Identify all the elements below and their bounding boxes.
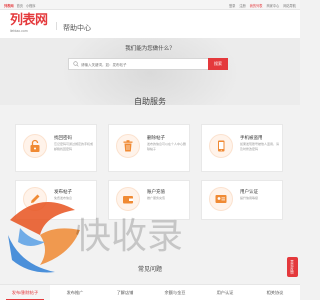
card-desc: 如果发现账号被他人盗用，请及时修改密码 xyxy=(240,142,280,151)
search-input[interactable] xyxy=(81,60,201,69)
search-box[interactable] xyxy=(68,58,228,70)
tab-verification[interactable]: 用户认证 xyxy=(200,285,250,300)
card-account-recharge[interactable]: 账户充值 推广服务充值 xyxy=(108,180,190,220)
page-title: 帮助中心 xyxy=(63,25,91,32)
top-bar-miniapp-link[interactable]: 小程序 xyxy=(26,3,36,8)
card-title: 找回密码 xyxy=(54,135,72,140)
my-list-link[interactable]: 我的列表 xyxy=(250,3,263,8)
tab-agreements[interactable]: 相关协议 xyxy=(250,285,300,300)
top-bar-right: 登录 注册 我的列表 商家中心 网站导航 xyxy=(229,3,296,8)
card-desc: 免费发布信息 xyxy=(54,196,73,200)
card-phone-stolen[interactable]: 手机被盗用 如果发现账号被他人盗用，请及时修改密码 xyxy=(201,124,283,172)
top-bar-brand[interactable]: 列表网 xyxy=(4,3,14,8)
site-nav-link[interactable]: 网站导航 xyxy=(283,3,296,8)
watermark-text: 快收录 xyxy=(75,216,183,257)
logo-domain: liebiao.com xyxy=(10,29,28,33)
card-desc: 提升信用等级 xyxy=(240,196,259,200)
trash-icon xyxy=(116,134,140,158)
tab-store[interactable]: 了解店铺 xyxy=(100,285,150,300)
card-title: 删除帖子 xyxy=(147,135,165,140)
register-link[interactable]: 注册 xyxy=(239,3,245,8)
card-user-verify[interactable]: 用户认证 提升信用等级 xyxy=(201,180,283,220)
tab-balance[interactable]: 余额与金豆 xyxy=(150,285,200,300)
card-desc: 发布的信息可以在个人中心删除帖子 xyxy=(147,142,187,151)
self-service-heading: 自助服务 xyxy=(134,97,166,106)
faq-tabs: 发布/删除帖子 发布推广 了解店铺 余额与金豆 用户认证 相关协议 xyxy=(0,284,300,300)
card-publish-post[interactable]: 发布帖子 免费发布信息 xyxy=(15,180,97,220)
search-banner: 我们能为您做什么？ 搜索 xyxy=(0,38,300,105)
phone-icon xyxy=(209,134,233,158)
search-question: 我们能为您做什么？ xyxy=(125,46,175,52)
card-retrieve-password[interactable]: 找回密码 忘记密码可通过绑定的手机或邮箱找回密码 xyxy=(15,124,97,172)
site-logo[interactable]: 列表网 liebiao.com xyxy=(10,13,50,33)
header-divider xyxy=(56,22,57,30)
tab-publish-delete[interactable]: 发布/删除帖子 xyxy=(0,285,50,300)
card-title: 用户认证 xyxy=(240,189,258,194)
site-header: 列表网 liebiao.com 帮助中心 xyxy=(0,10,300,38)
logo-text: 列表网 xyxy=(10,13,48,28)
card-desc: 推广服务充值 xyxy=(147,196,166,200)
card-title: 手机被盗用 xyxy=(240,135,263,140)
edit-icon xyxy=(23,187,47,211)
wallet-icon xyxy=(116,187,140,211)
merchant-center-link[interactable]: 商家中心 xyxy=(267,3,280,8)
faq-heading: 常见问题 xyxy=(137,267,162,273)
search-icon xyxy=(73,61,79,67)
search-button[interactable]: 搜索 xyxy=(208,58,228,70)
feedback-button[interactable]: 意见反馈 xyxy=(287,257,298,277)
login-link[interactable]: 登录 xyxy=(229,3,235,8)
card-title: 账户充值 xyxy=(147,189,165,194)
top-bar-left: 列表网 首页 小程序 xyxy=(4,3,36,8)
tab-promotion[interactable]: 发布推广 xyxy=(50,285,100,300)
card-title: 发布帖子 xyxy=(54,189,72,194)
top-bar: 列表网 首页 小程序 登录 注册 我的列表 商家中心 网站导航 xyxy=(0,0,300,10)
card-delete-post[interactable]: 删除帖子 发布的信息可以在个人中心删除帖子 xyxy=(108,124,190,172)
id-card-icon xyxy=(209,187,233,211)
lock-icon xyxy=(23,134,47,158)
card-desc: 忘记密码可通过绑定的手机或邮箱找回密码 xyxy=(54,142,94,151)
top-bar-home-link[interactable]: 首页 xyxy=(17,3,23,8)
